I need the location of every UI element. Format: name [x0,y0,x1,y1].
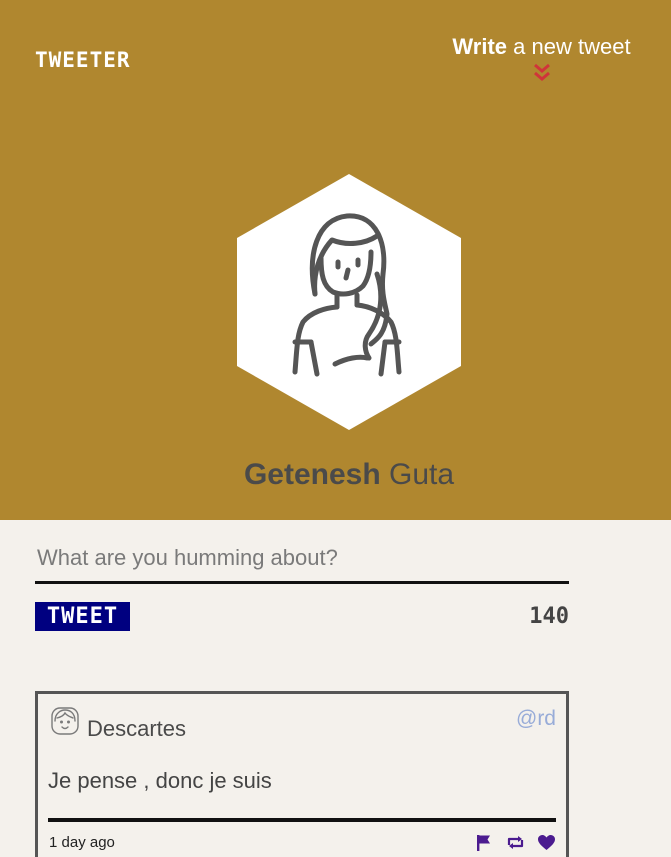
profile-name: Getenesh Guta [243,458,455,491]
flag-icon[interactable] [475,834,494,851]
tweet-handle[interactable]: @rd [516,707,556,731]
tweet-author: Descartes [87,716,187,741]
write-new-tweet-label: Write a new tweet [452,34,631,59]
double-chevron-down-icon [533,63,550,81]
retweet-icon[interactable] [506,834,525,851]
brand-logo[interactable]: TWEETER [35,48,131,72]
character-counter: 140 [529,604,569,629]
tweet-actions [475,834,556,851]
tweet-divider [48,818,556,822]
tweet-text: Je pense , donc je suis [48,768,272,793]
tweet-card: Descartes @rd Je pense , donc je suis 1 … [35,691,569,857]
tweet-composer: TWEET 140 [35,540,569,631]
tweet-input[interactable] [35,540,569,584]
user-face-icon [51,707,79,735]
profile-header: TWEETER Write a new tweet Getenesh Guta [0,0,671,520]
tweet-timestamp: 1 day ago [49,834,115,851]
write-new-tweet-toggle[interactable]: Write a new tweet [444,34,639,82]
tweet-submit-button[interactable]: TWEET [35,602,130,631]
heart-icon[interactable] [537,834,556,851]
profile-avatar [237,174,461,430]
page: TWEETER Write a new tweet Getenesh Guta … [0,0,671,857]
person-avatar-icon [237,174,461,430]
